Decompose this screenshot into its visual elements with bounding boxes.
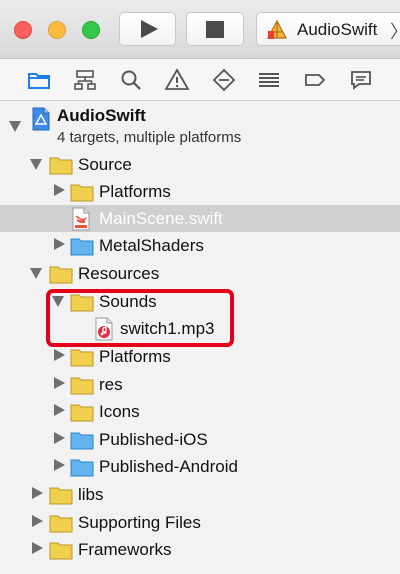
- tree-row-mainscene-swift[interactable]: MainScene.swift: [0, 205, 400, 232]
- disclosure-open-icon[interactable]: [30, 159, 42, 170]
- tree-row-published-ios[interactable]: Published-iOS: [0, 426, 400, 453]
- project-navigator-folder-icon[interactable]: [26, 67, 52, 93]
- tree-row-source[interactable]: Source: [0, 151, 400, 178]
- debug-list-icon[interactable]: [256, 67, 282, 93]
- tree-item-label: Platforms: [99, 182, 171, 201]
- run-button[interactable]: [119, 12, 176, 46]
- tree-row-libs[interactable]: libs: [0, 481, 400, 508]
- folder-icon: [49, 540, 73, 560]
- folder-icon: [70, 375, 94, 395]
- minimize-window-button[interactable]: [48, 21, 66, 39]
- disclosure-closed-icon[interactable]: [54, 349, 65, 361]
- folder-icon: [49, 264, 73, 284]
- navigator-selector-bar: [0, 59, 400, 101]
- tree-row-supporting-files[interactable]: Supporting Files: [0, 509, 400, 536]
- project-navigator-tree: AudioSwift 4 targets, multiple platforms…: [0, 101, 400, 574]
- breakpoint-tag-icon[interactable]: [302, 67, 328, 93]
- disclosure-open-icon[interactable]: [30, 268, 42, 279]
- tree-item-label: Icons: [99, 402, 140, 421]
- close-window-button[interactable]: [14, 21, 32, 39]
- tree-item-label: res: [99, 375, 123, 394]
- tree-item-label: Published-Android: [99, 457, 238, 476]
- folder-reference-icon: [70, 430, 94, 450]
- stop-icon: [206, 21, 224, 38]
- warning-icon[interactable]: [164, 67, 190, 93]
- annotation-highlight-box: [46, 289, 234, 347]
- test-diamond-icon[interactable]: [211, 67, 237, 93]
- disclosure-closed-icon[interactable]: [54, 377, 65, 389]
- tree-row-icons[interactable]: Icons: [0, 398, 400, 425]
- tree-row-platforms[interactable]: Platforms: [0, 178, 400, 205]
- folder-icon: [70, 347, 94, 367]
- tree-item-label: MainScene.swift: [99, 209, 223, 228]
- disclosure-closed-icon[interactable]: [54, 459, 65, 471]
- disclosure-closed-icon[interactable]: [32, 515, 43, 527]
- stop-button[interactable]: [186, 12, 244, 46]
- disclosure-closed-icon[interactable]: [54, 432, 65, 444]
- tree-row-platforms[interactable]: Platforms: [0, 343, 400, 370]
- disclosure-closed-icon[interactable]: [32, 542, 43, 554]
- project-name: AudioSwift: [57, 106, 146, 125]
- tree-item-label: libs: [78, 485, 104, 504]
- symbol-navigator-hierarchy-icon[interactable]: [72, 67, 98, 93]
- project-file-icon: [31, 107, 51, 131]
- tree-row-resources[interactable]: Resources: [0, 260, 400, 287]
- tree-item-label: Resources: [78, 264, 160, 283]
- window-toolbar: AudioSwift 〉: [0, 0, 400, 59]
- zoom-window-button[interactable]: [82, 21, 100, 39]
- search-icon[interactable]: [118, 67, 144, 93]
- tree-row-frameworks[interactable]: Frameworks: [0, 536, 400, 563]
- disclosure-closed-icon[interactable]: [54, 184, 65, 196]
- tree-row-published-android[interactable]: Published-Android: [0, 453, 400, 480]
- project-subtitle: 4 targets, multiple platforms: [57, 129, 242, 146]
- tree-item-label: MetalShaders: [99, 236, 204, 255]
- disclosure-closed-icon[interactable]: [54, 238, 65, 250]
- tree-row-metalshaders[interactable]: MetalShaders: [0, 232, 400, 259]
- folder-icon: [49, 155, 73, 175]
- tree-row-res[interactable]: res: [0, 371, 400, 398]
- tree-item-label: Published-iOS: [99, 430, 208, 449]
- folder-icon: [70, 402, 94, 422]
- app-target-icon: [266, 19, 288, 41]
- scheme-label: AudioSwift: [297, 20, 378, 39]
- project-root-row[interactable]: AudioSwift 4 targets, multiple platforms: [0, 101, 400, 151]
- scheme-selector[interactable]: AudioSwift 〉: [256, 12, 400, 46]
- folder-reference-icon: [70, 236, 94, 256]
- report-chat-icon[interactable]: [348, 67, 374, 93]
- disclosure-open-icon[interactable]: [9, 121, 21, 132]
- tree-item-label: Platforms: [99, 347, 171, 366]
- swift-file-icon: [71, 207, 91, 231]
- chevron-right-icon: 〉: [390, 18, 400, 44]
- tree-item-label: Supporting Files: [78, 513, 201, 532]
- disclosure-closed-icon[interactable]: [54, 404, 65, 416]
- disclosure-closed-icon[interactable]: [32, 487, 43, 499]
- folder-reference-icon: [70, 457, 94, 477]
- tree-item-label: Frameworks: [78, 540, 172, 559]
- tree-item-label: Source: [78, 155, 132, 174]
- play-icon: [141, 20, 158, 38]
- folder-icon: [70, 182, 94, 202]
- folder-icon: [49, 513, 73, 533]
- folder-icon: [49, 485, 73, 505]
